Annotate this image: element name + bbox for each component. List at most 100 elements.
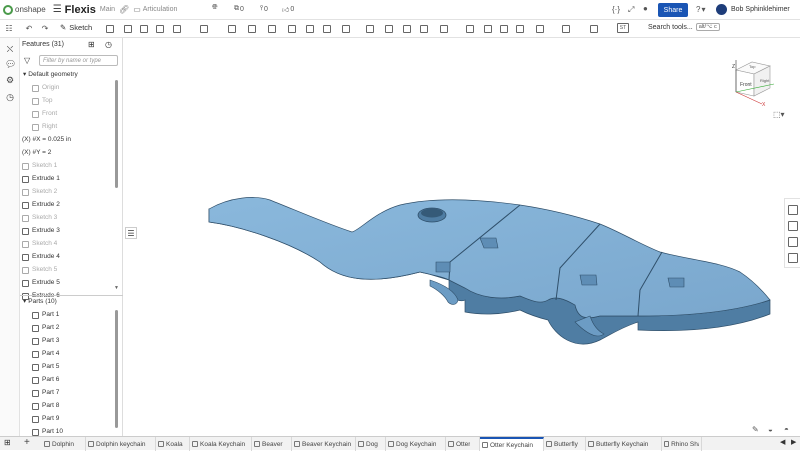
feature-row[interactable]: Extrude 2	[22, 199, 60, 211]
tab-rhino-shark[interactable]: Rhino Shark	[662, 437, 702, 451]
tab-koala[interactable]: Koala	[156, 437, 190, 451]
rollback-icon[interactable]: ◷	[105, 40, 112, 49]
boolean-icon[interactable]	[342, 25, 350, 33]
feature-row[interactable]: Right	[32, 121, 57, 133]
variables-panel-icon[interactable]	[788, 253, 798, 263]
feature-scrollbar[interactable]	[115, 80, 118, 188]
globe-icon[interactable]: 🌐︎	[212, 4, 218, 12]
folder-label[interactable]: Articulation	[143, 6, 178, 13]
feature-row[interactable]: Extrude 4	[22, 251, 60, 263]
mate-connector-icon[interactable]	[440, 25, 448, 33]
fullscreen-icon[interactable]: ⤢	[628, 5, 634, 15]
tab-butterfly-keychain[interactable]: Butterfly Keychain	[586, 437, 662, 451]
tab-butterfly[interactable]: Butterfly	[544, 437, 586, 451]
measure-icon[interactable]	[590, 25, 598, 33]
tab-scroll-left-icon[interactable]: ◀	[780, 438, 785, 446]
tab-otter-keychain[interactable]: Otter Keychain	[480, 437, 544, 451]
redo-icon[interactable]: ↷	[40, 24, 50, 34]
surface-icon[interactable]	[516, 25, 524, 33]
document-title[interactable]: Flexis	[65, 4, 96, 16]
frame-icon[interactable]	[562, 25, 570, 33]
tab-scroll-right-icon[interactable]: ▶	[791, 438, 796, 446]
tab-dog-keychain[interactable]: Dog Keychain	[386, 437, 446, 451]
part-row[interactable]: Part 4	[32, 348, 59, 360]
plane-icon[interactable]	[466, 25, 474, 33]
extrude-icon[interactable]	[106, 25, 114, 33]
split-icon[interactable]	[366, 25, 374, 33]
menu-icon[interactable]: ☰	[53, 4, 62, 15]
feature-row[interactable]: Extrude 5	[22, 277, 60, 289]
part-row[interactable]: Part 9	[32, 413, 59, 425]
tab-beaver[interactable]: Beaver	[252, 437, 292, 451]
filter-icon[interactable]: ▽	[24, 56, 30, 65]
comments-icon[interactable]: 💬︎	[5, 59, 16, 69]
part-row[interactable]: Part 6	[32, 374, 59, 386]
helix-icon[interactable]	[484, 25, 492, 33]
delete-part-icon[interactable]	[403, 25, 411, 33]
part-row[interactable]: Part 8	[32, 400, 59, 412]
mirror-icon[interactable]	[420, 25, 428, 33]
sketch-button[interactable]: ✎ Sketch	[60, 23, 92, 32]
loft-icon[interactable]	[156, 25, 164, 33]
scroll-down-icon[interactable]: ▼	[114, 285, 119, 291]
section-icon[interactable]: ◓	[784, 425, 789, 434]
feature-row[interactable]: Extrude 1	[22, 173, 60, 185]
likes-count[interactable]: 👍︎ 0	[282, 5, 294, 14]
feature-tree-icon[interactable]: ⛌	[5, 44, 15, 54]
fillet-icon[interactable]	[200, 25, 208, 33]
feature-row[interactable]: (X) #Y = 2	[22, 147, 51, 159]
part-row[interactable]: Part 2	[32, 322, 59, 334]
variables-icon[interactable]: {·}	[612, 5, 620, 14]
help-button[interactable]: ? ▾	[696, 5, 705, 14]
branches-count[interactable]: ⫯ 0	[260, 5, 268, 13]
thicken-icon[interactable]	[173, 25, 181, 33]
feature-row[interactable]: Sketch 2	[22, 186, 57, 198]
add-tab-icon[interactable]: +	[24, 437, 30, 448]
branch-label[interactable]: Main	[100, 6, 115, 13]
tab-dog[interactable]: Dog	[356, 437, 386, 451]
features-header[interactable]: Features (31)	[22, 41, 64, 48]
curve-icon[interactable]	[500, 25, 508, 33]
linear-pattern-icon[interactable]	[323, 25, 331, 33]
part-row[interactable]: Part 5	[32, 361, 59, 373]
hole-icon[interactable]	[306, 25, 314, 33]
tab-manager-icon[interactable]: ⊞	[4, 438, 11, 447]
parts-header[interactable]: ▾ Parts (10)	[23, 296, 57, 308]
feature-row[interactable]: Sketch 4	[22, 238, 57, 250]
app-store-icon[interactable]: ●	[643, 4, 648, 13]
tab-dolphin[interactable]: Dolphin	[42, 437, 86, 451]
feature-row[interactable]: Front	[32, 108, 57, 120]
onshape-logo[interactable]: onshape	[3, 4, 46, 15]
view-options-icon[interactable]: ⬚▾	[773, 110, 785, 119]
list-toggle-icon[interactable]: ☰	[125, 227, 137, 239]
part-row[interactable]: Part 1	[32, 309, 59, 321]
feature-row[interactable]: Sketch 5	[22, 264, 57, 276]
configurations-icon[interactable]	[788, 205, 798, 215]
shell-icon[interactable]	[288, 25, 296, 33]
chamfer-icon[interactable]	[228, 25, 236, 33]
tab-koala-keychain[interactable]: Koala Keychain	[190, 437, 252, 451]
parts-scrollbar[interactable]	[115, 310, 118, 428]
feature-row[interactable]: Origin	[32, 82, 59, 94]
feature-row[interactable]: Sketch 1	[22, 160, 57, 172]
part-row[interactable]: Part 7	[32, 387, 59, 399]
feature-row[interactable]: Sketch 3	[22, 212, 57, 224]
pencil-bottom-icon[interactable]: ✎	[752, 425, 759, 434]
rib-icon[interactable]	[268, 25, 276, 33]
share-button[interactable]: Share	[658, 3, 688, 17]
appearance-panel-icon[interactable]	[788, 221, 798, 231]
mate-panel-icon[interactable]	[788, 237, 798, 247]
view-cube[interactable]: Top Front Right Z X	[722, 48, 788, 114]
link-icon[interactable]: 🔗︎	[119, 5, 129, 14]
draft-icon[interactable]	[248, 25, 256, 33]
sweep-icon[interactable]	[140, 25, 148, 33]
filter-input[interactable]: Filter by name or type	[39, 55, 118, 66]
sheet-metal-icon[interactable]	[536, 25, 544, 33]
feature-row[interactable]: (X) #X = 0.025 in	[22, 134, 71, 146]
transform-icon[interactable]	[385, 25, 393, 33]
view-cube-right[interactable]: Right	[760, 78, 769, 83]
revolve-icon[interactable]	[124, 25, 132, 33]
tab-beaver-keychain[interactable]: Beaver Keychain	[292, 437, 356, 451]
custom-feature-button[interactable]: ST	[617, 23, 629, 33]
user-avatar[interactable]	[716, 4, 727, 15]
